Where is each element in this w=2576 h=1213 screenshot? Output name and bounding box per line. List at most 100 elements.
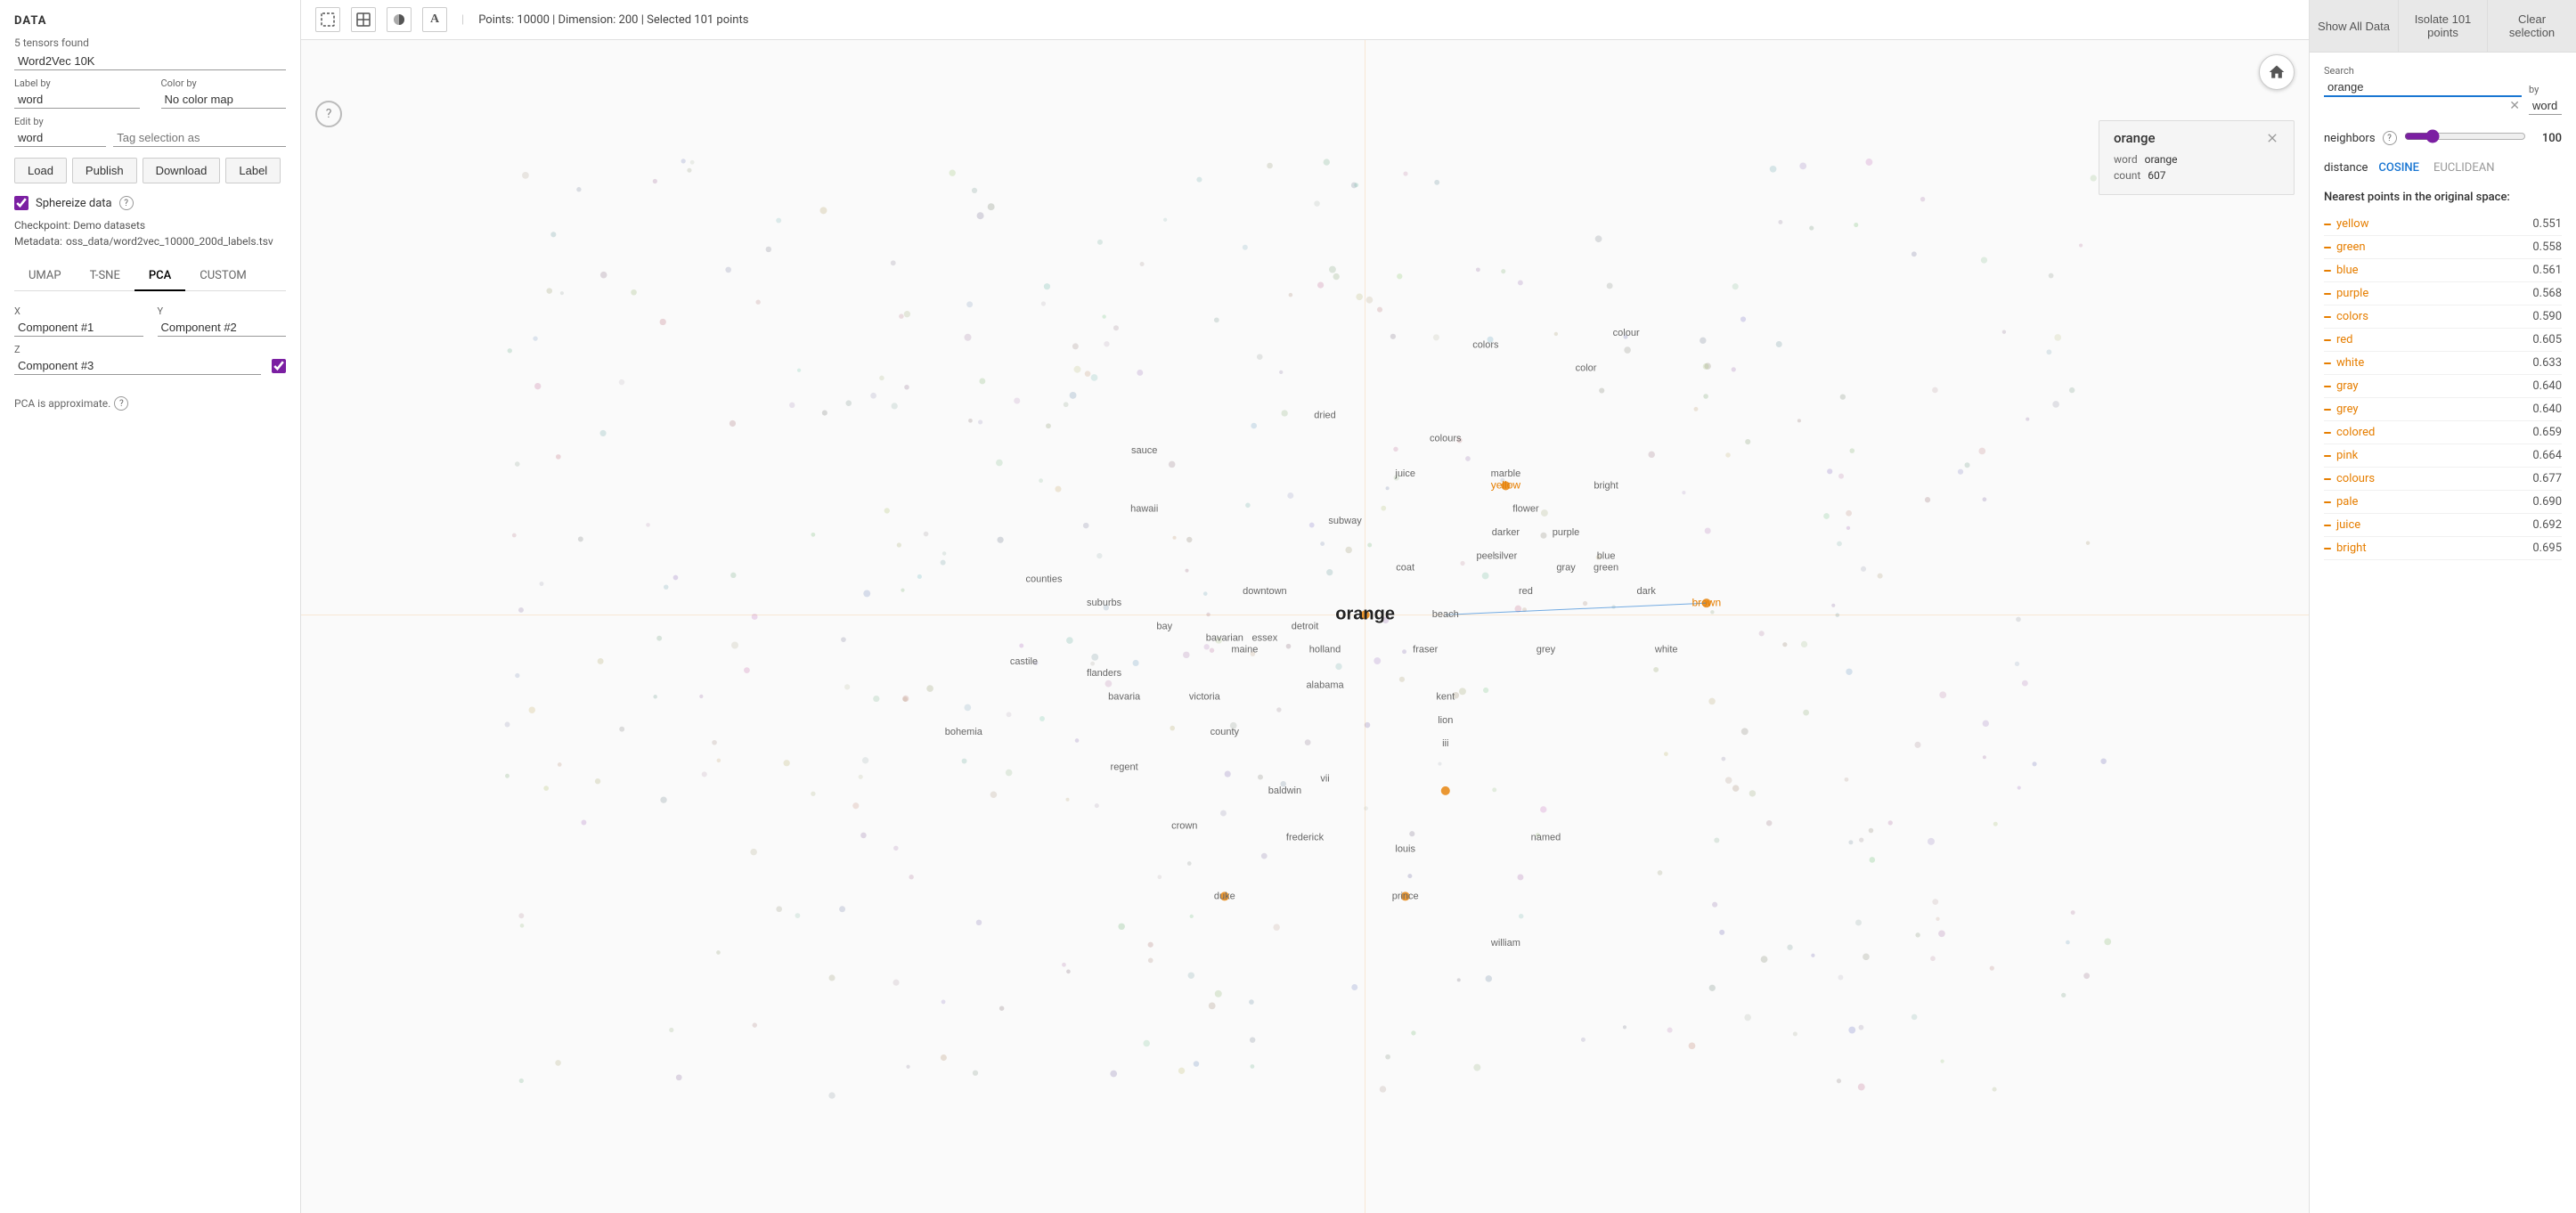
scatter-word[interactable]: juice <box>1394 468 1415 479</box>
scatter-word[interactable]: prince <box>1392 891 1419 901</box>
tensor-select[interactable]: Word2Vec 10K <box>14 53 286 70</box>
scatter-word[interactable]: white <box>1654 645 1678 655</box>
scatter-word[interactable]: color <box>1576 363 1597 374</box>
color-by-select[interactable]: No color map <box>161 91 287 109</box>
scatter-word[interactable]: sauce <box>1131 445 1157 456</box>
scatter-word[interactable]: frederick <box>1286 832 1325 843</box>
scatter-word[interactable]: fraser <box>1413 645 1438 655</box>
hover-popup-close[interactable] <box>2265 131 2279 145</box>
scatter-word[interactable]: county <box>1211 727 1240 737</box>
scatter-word[interactable]: marble <box>1491 468 1521 479</box>
scatter-word[interactable]: vii <box>1320 774 1329 785</box>
nearest-item[interactable]: pale 0.690 <box>2324 491 2562 514</box>
isolate-button[interactable]: Isolate 101 points <box>2399 0 2488 52</box>
scatter-word[interactable]: downtown <box>1243 586 1287 597</box>
nearest-item[interactable]: white 0.633 <box>2324 352 2562 375</box>
scatter-word[interactable]: bright <box>1594 480 1618 491</box>
nearest-item[interactable]: red 0.605 <box>2324 329 2562 352</box>
z-axis-checkbox[interactable] <box>272 359 286 373</box>
y-axis-select[interactable]: Component #2 <box>158 319 287 337</box>
nearest-item[interactable]: yellow 0.551 <box>2324 213 2562 236</box>
scatter-word[interactable]: bohemia <box>945 727 983 737</box>
scatter-word[interactable]: bavarian <box>1206 633 1243 644</box>
show-all-button[interactable]: Show All Data <box>2310 0 2399 52</box>
distance-cosine[interactable]: COSINE <box>2375 159 2423 176</box>
scatter-word[interactable]: brown <box>1692 596 1721 608</box>
scatter-word[interactable]: blue <box>1597 550 1616 561</box>
search-input[interactable] <box>2324 78 2522 97</box>
scatter-word[interactable]: lion <box>1438 715 1453 726</box>
load-button[interactable]: Load <box>14 158 67 183</box>
scatter-word[interactable]: darker <box>1492 527 1520 538</box>
scatter-word[interactable]: dark <box>1636 586 1656 597</box>
edit-by-select[interactable]: word <box>14 129 106 147</box>
scatter-word[interactable]: holland <box>1309 645 1341 655</box>
scatter-word[interactable]: beach <box>1432 609 1459 620</box>
scatter-word[interactable]: baldwin <box>1268 786 1301 796</box>
scatter-word[interactable]: flower <box>1512 504 1539 515</box>
night-mode-tool[interactable] <box>387 7 412 32</box>
scatter-word[interactable]: green <box>1594 563 1618 574</box>
scatter-word[interactable]: flanders <box>1087 668 1122 679</box>
neighbors-slider[interactable] <box>2404 129 2526 143</box>
help-button[interactable]: ? <box>315 101 342 127</box>
pca-help-icon[interactable]: ? <box>114 396 128 411</box>
by-select[interactable]: word <box>2529 97 2562 115</box>
nearest-item[interactable]: juice 0.692 <box>2324 514 2562 537</box>
scatter-word[interactable]: louis <box>1395 844 1415 855</box>
scatter-word[interactable]: hawaii <box>1130 504 1158 515</box>
scatter-word[interactable]: duke <box>1214 891 1235 901</box>
nearest-item[interactable]: pink 0.664 <box>2324 444 2562 468</box>
nearest-item[interactable]: colours 0.677 <box>2324 468 2562 491</box>
scatter-word[interactable]: detroit <box>1292 621 1319 631</box>
scatter-word[interactable]: suburbs <box>1087 598 1122 608</box>
scatter-word[interactable]: castile <box>1010 656 1038 667</box>
scatter-word[interactable]: dried <box>1314 410 1335 420</box>
z-axis-select[interactable]: Component #3 <box>14 357 261 375</box>
scatter-word[interactable]: colours <box>1430 434 1462 444</box>
scatter-word[interactable]: counties <box>1025 574 1062 585</box>
scatter-word[interactable]: crown <box>1171 820 1197 831</box>
scatter-word[interactable]: colour <box>1613 328 1640 338</box>
search-clear-icon[interactable]: ✕ <box>2507 97 2522 115</box>
scatter-word[interactable]: purple <box>1553 527 1580 538</box>
scatter-word[interactable]: maine <box>1231 645 1258 655</box>
scatter-word[interactable]: alabama <box>1306 680 1344 690</box>
sphereize-checkbox[interactable] <box>14 196 29 210</box>
lasso-tool[interactable] <box>315 7 340 32</box>
scatter-word[interactable]: kent <box>1436 691 1455 702</box>
scatter-word[interactable]: yellow <box>1491 479 1521 492</box>
nearest-item[interactable]: colored 0.659 <box>2324 421 2562 444</box>
scatter-word[interactable]: silver <box>1495 550 1518 561</box>
nearest-item[interactable]: colors 0.590 <box>2324 305 2562 329</box>
viz-container[interactable]: colors colour color dried sauce juice marble co… <box>301 40 2309 1213</box>
download-button[interactable]: Download <box>143 158 221 183</box>
label-button[interactable]: Label <box>225 158 281 183</box>
home-button[interactable] <box>2259 54 2295 90</box>
scatter-word[interactable]: named <box>1531 832 1561 843</box>
nearest-item[interactable]: grey 0.640 <box>2324 398 2562 421</box>
nearest-item[interactable]: green 0.558 <box>2324 236 2562 259</box>
scatter-word[interactable]: subway <box>1328 516 1362 526</box>
tab-custom[interactable]: CUSTOM <box>185 262 260 291</box>
publish-button[interactable]: Publish <box>72 158 137 183</box>
x-axis-select[interactable]: Component #1 <box>14 319 143 337</box>
distance-euclidean[interactable]: EUCLIDEAN <box>2430 159 2499 176</box>
tab-umap[interactable]: UMAP <box>14 262 76 291</box>
scatter-word[interactable]: gray <box>1556 563 1576 574</box>
scatter-word[interactable]: victoria <box>1189 691 1221 702</box>
scatter-word[interactable]: peel <box>1476 550 1495 561</box>
nearest-item[interactable]: purple 0.568 <box>2324 282 2562 305</box>
nearest-item[interactable]: gray 0.640 <box>2324 375 2562 398</box>
scatter-word[interactable]: essex <box>1252 633 1278 644</box>
select-tool[interactable] <box>351 7 376 32</box>
scatter-word[interactable]: coat <box>1396 563 1414 574</box>
scatter-word[interactable]: colors <box>1472 339 1499 350</box>
tag-input[interactable] <box>113 129 286 147</box>
scatter-word[interactable]: iii <box>1442 738 1448 749</box>
label-by-select[interactable]: word <box>14 91 140 109</box>
scatter-word[interactable]: grey <box>1537 645 1556 655</box>
label-tool[interactable]: A <box>422 7 447 32</box>
scatter-word[interactable]: bay <box>1156 621 1172 631</box>
tab-pca[interactable]: PCA <box>135 262 185 291</box>
